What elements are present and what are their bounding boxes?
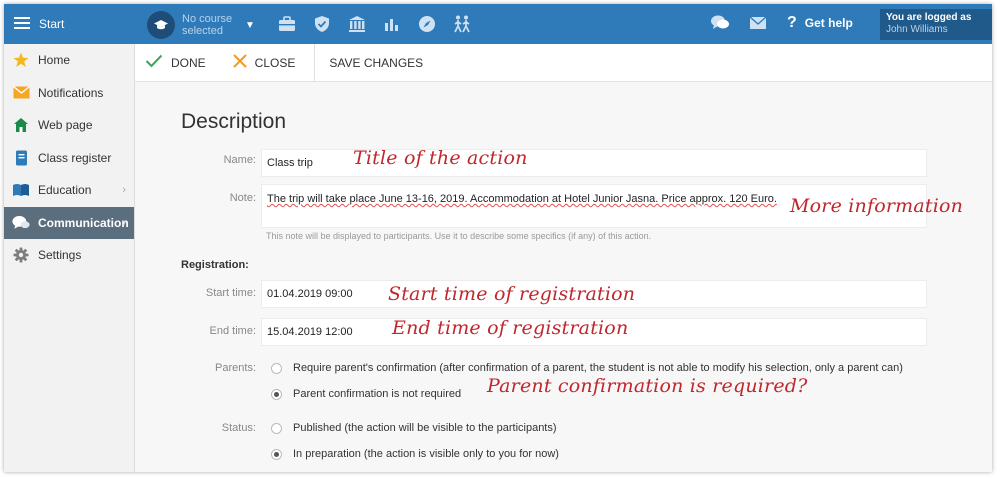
close-label: CLOSE [254, 55, 296, 70]
radio-button-selected[interactable] [271, 388, 282, 400]
close-button[interactable]: CLOSE [232, 54, 296, 71]
chevron-right-icon: › [122, 216, 126, 229]
chat-icon [12, 214, 30, 232]
note-label: Note: [229, 192, 256, 204]
toolbar-divider [314, 43, 316, 82]
sidebar: Home Notifications Web page Class regist… [4, 44, 135, 472]
done-button[interactable]: DONE [145, 54, 206, 71]
start-menu-button[interactable]: Start [4, 4, 135, 44]
sidebar-item-settings[interactable]: Settings [4, 239, 134, 272]
name-value: Class trip [267, 157, 313, 169]
annotation-more-info: More information [790, 195, 964, 217]
radio-button[interactable] [271, 422, 282, 434]
chat-bubbles-icon[interactable] [709, 12, 731, 34]
option-label: In preparation (the action is visible on… [293, 448, 559, 460]
annotation-start-time: Start time of registration [388, 283, 636, 305]
start-time-label: Start time: [205, 287, 256, 299]
parents-label: Parents: [215, 362, 256, 374]
start-label: Start [39, 17, 65, 31]
module-icons [276, 13, 473, 35]
parents-option-not-required[interactable]: Parent confirmation is not required [271, 388, 461, 400]
sidebar-item-notifications[interactable]: Notifications [4, 77, 134, 110]
chevron-down-icon: ▼ [245, 19, 255, 31]
close-icon [232, 54, 247, 71]
sidebar-item-web-page[interactable]: Web page [4, 109, 134, 142]
course-selector[interactable]: No course selected ▼ [147, 10, 259, 40]
briefcase-icon[interactable] [276, 13, 298, 35]
star-icon [12, 51, 30, 69]
name-label: Name: [223, 154, 256, 166]
status-option-published[interactable]: Published (the action will be visible to… [271, 422, 557, 434]
start-time-value: 01.04.2019 09:00 [267, 288, 353, 300]
bar-chart-icon[interactable] [381, 13, 403, 35]
course-label: No course selected [182, 13, 233, 37]
get-help-label: Get help [804, 16, 853, 30]
sidebar-item-education[interactable]: Education › [4, 174, 134, 207]
end-time-label: End time: [209, 325, 256, 337]
chevron-right-icon: › [122, 184, 126, 197]
option-label: Parent confirmation is not required [293, 388, 462, 400]
compass-icon[interactable] [416, 13, 438, 35]
page-title: Description [181, 110, 287, 133]
app-window: Start No course selected ▼ ? Get help Yo… [4, 4, 992, 472]
annotation-end-time: End time of registration [392, 317, 629, 339]
sidebar-item-label: Home [38, 53, 71, 68]
status-label: Status: [221, 422, 256, 434]
hamburger-icon [14, 16, 30, 32]
book-icon [12, 181, 30, 199]
sidebar-item-label: Class register [38, 150, 112, 165]
top-right-tools: ? Get help [709, 12, 853, 34]
question-icon: ? [787, 14, 797, 31]
sidebar-item-label: Notifications [38, 85, 104, 100]
top-bar: Start No course selected ▼ ? Get help Yo… [4, 4, 992, 44]
sidebar-item-label: Education [38, 183, 92, 198]
user-name: John Williams [886, 24, 948, 35]
annotation-title: Title of the action [353, 147, 528, 169]
action-toolbar: DONE CLOSE SAVE CHANGES [135, 43, 992, 82]
logged-in-label: You are logged as [886, 12, 972, 23]
save-changes-button[interactable]: SAVE CHANGES [329, 56, 423, 70]
house-icon [12, 116, 30, 134]
radio-button-selected[interactable] [271, 448, 282, 460]
note-value: The trip will take place June 13-16, 201… [267, 193, 777, 205]
sidebar-item-class-register[interactable]: Class register [4, 142, 134, 175]
notebook-icon [12, 149, 30, 167]
sidebar-item-home[interactable]: Home [4, 44, 134, 77]
sidebar-item-communication[interactable]: Communication › [4, 206, 134, 239]
radio-button[interactable] [271, 362, 282, 374]
institution-icon[interactable] [346, 13, 368, 35]
save-changes-label: SAVE CHANGES [329, 55, 424, 70]
gear-icon [12, 246, 30, 264]
end-time-value: 15.04.2019 12:00 [267, 326, 353, 338]
graduation-cap-icon [147, 11, 175, 39]
done-label: DONE [171, 55, 206, 70]
checkmark-icon [145, 54, 163, 71]
note-hint: This note will be displayed to participa… [266, 231, 652, 241]
people-walking-icon[interactable] [451, 13, 473, 35]
sidebar-item-label: Settings [38, 248, 82, 263]
get-help-button[interactable]: ? Get help [787, 14, 853, 32]
envelope-icon [12, 84, 30, 102]
parents-option-require[interactable]: Require parent's confirmation (after con… [271, 362, 903, 374]
option-label: Require parent's confirmation (after con… [293, 362, 903, 374]
sidebar-item-label: Communication [38, 215, 129, 230]
registration-heading: Registration: [181, 259, 249, 271]
shield-icon[interactable] [311, 13, 333, 35]
sidebar-item-label: Web page [38, 118, 93, 133]
option-label: Published (the action will be visible to… [293, 422, 557, 434]
main-content: Description Name: Class trip Note: The t… [135, 82, 992, 472]
status-option-in-preparation[interactable]: In preparation (the action is visible on… [271, 448, 559, 460]
annotation-parent-confirmation: Parent confirmation is required? [487, 375, 808, 397]
user-account-box[interactable]: You are logged as John Williams [880, 9, 992, 40]
envelope-icon[interactable] [747, 12, 769, 34]
